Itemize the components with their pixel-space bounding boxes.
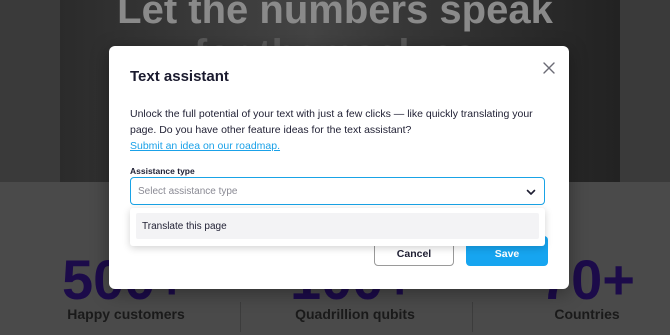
assistance-type-dropdown: Translate this page — [130, 208, 545, 246]
chevron-down-icon — [526, 189, 536, 195]
dialog-description: Unlock the full potential of your text w… — [130, 108, 533, 136]
stat-label: Countries — [554, 306, 620, 322]
hero-headline: Let the numbers speak — [117, 0, 553, 32]
option-label: Translate this page — [142, 221, 227, 232]
stat-label: Happy customers — [67, 306, 185, 322]
assistance-type-label: Assistance type — [130, 166, 195, 176]
select-placeholder: Select assistance type — [138, 186, 238, 197]
option-translate-page[interactable]: Translate this page — [136, 213, 539, 239]
close-button[interactable] — [539, 58, 559, 78]
dialog-title: Text assistant — [130, 68, 229, 85]
roadmap-link[interactable]: Submit an idea on our roadmap. — [130, 140, 280, 152]
stat-divider — [472, 302, 473, 332]
close-icon — [543, 62, 555, 74]
stat-divider — [240, 302, 241, 332]
stat-label: Quadrillion qubits — [295, 306, 415, 322]
text-assistant-dialog: Text assistant Unlock the full potential… — [109, 46, 569, 289]
assistance-type-select[interactable]: Select assistance type — [130, 177, 545, 205]
